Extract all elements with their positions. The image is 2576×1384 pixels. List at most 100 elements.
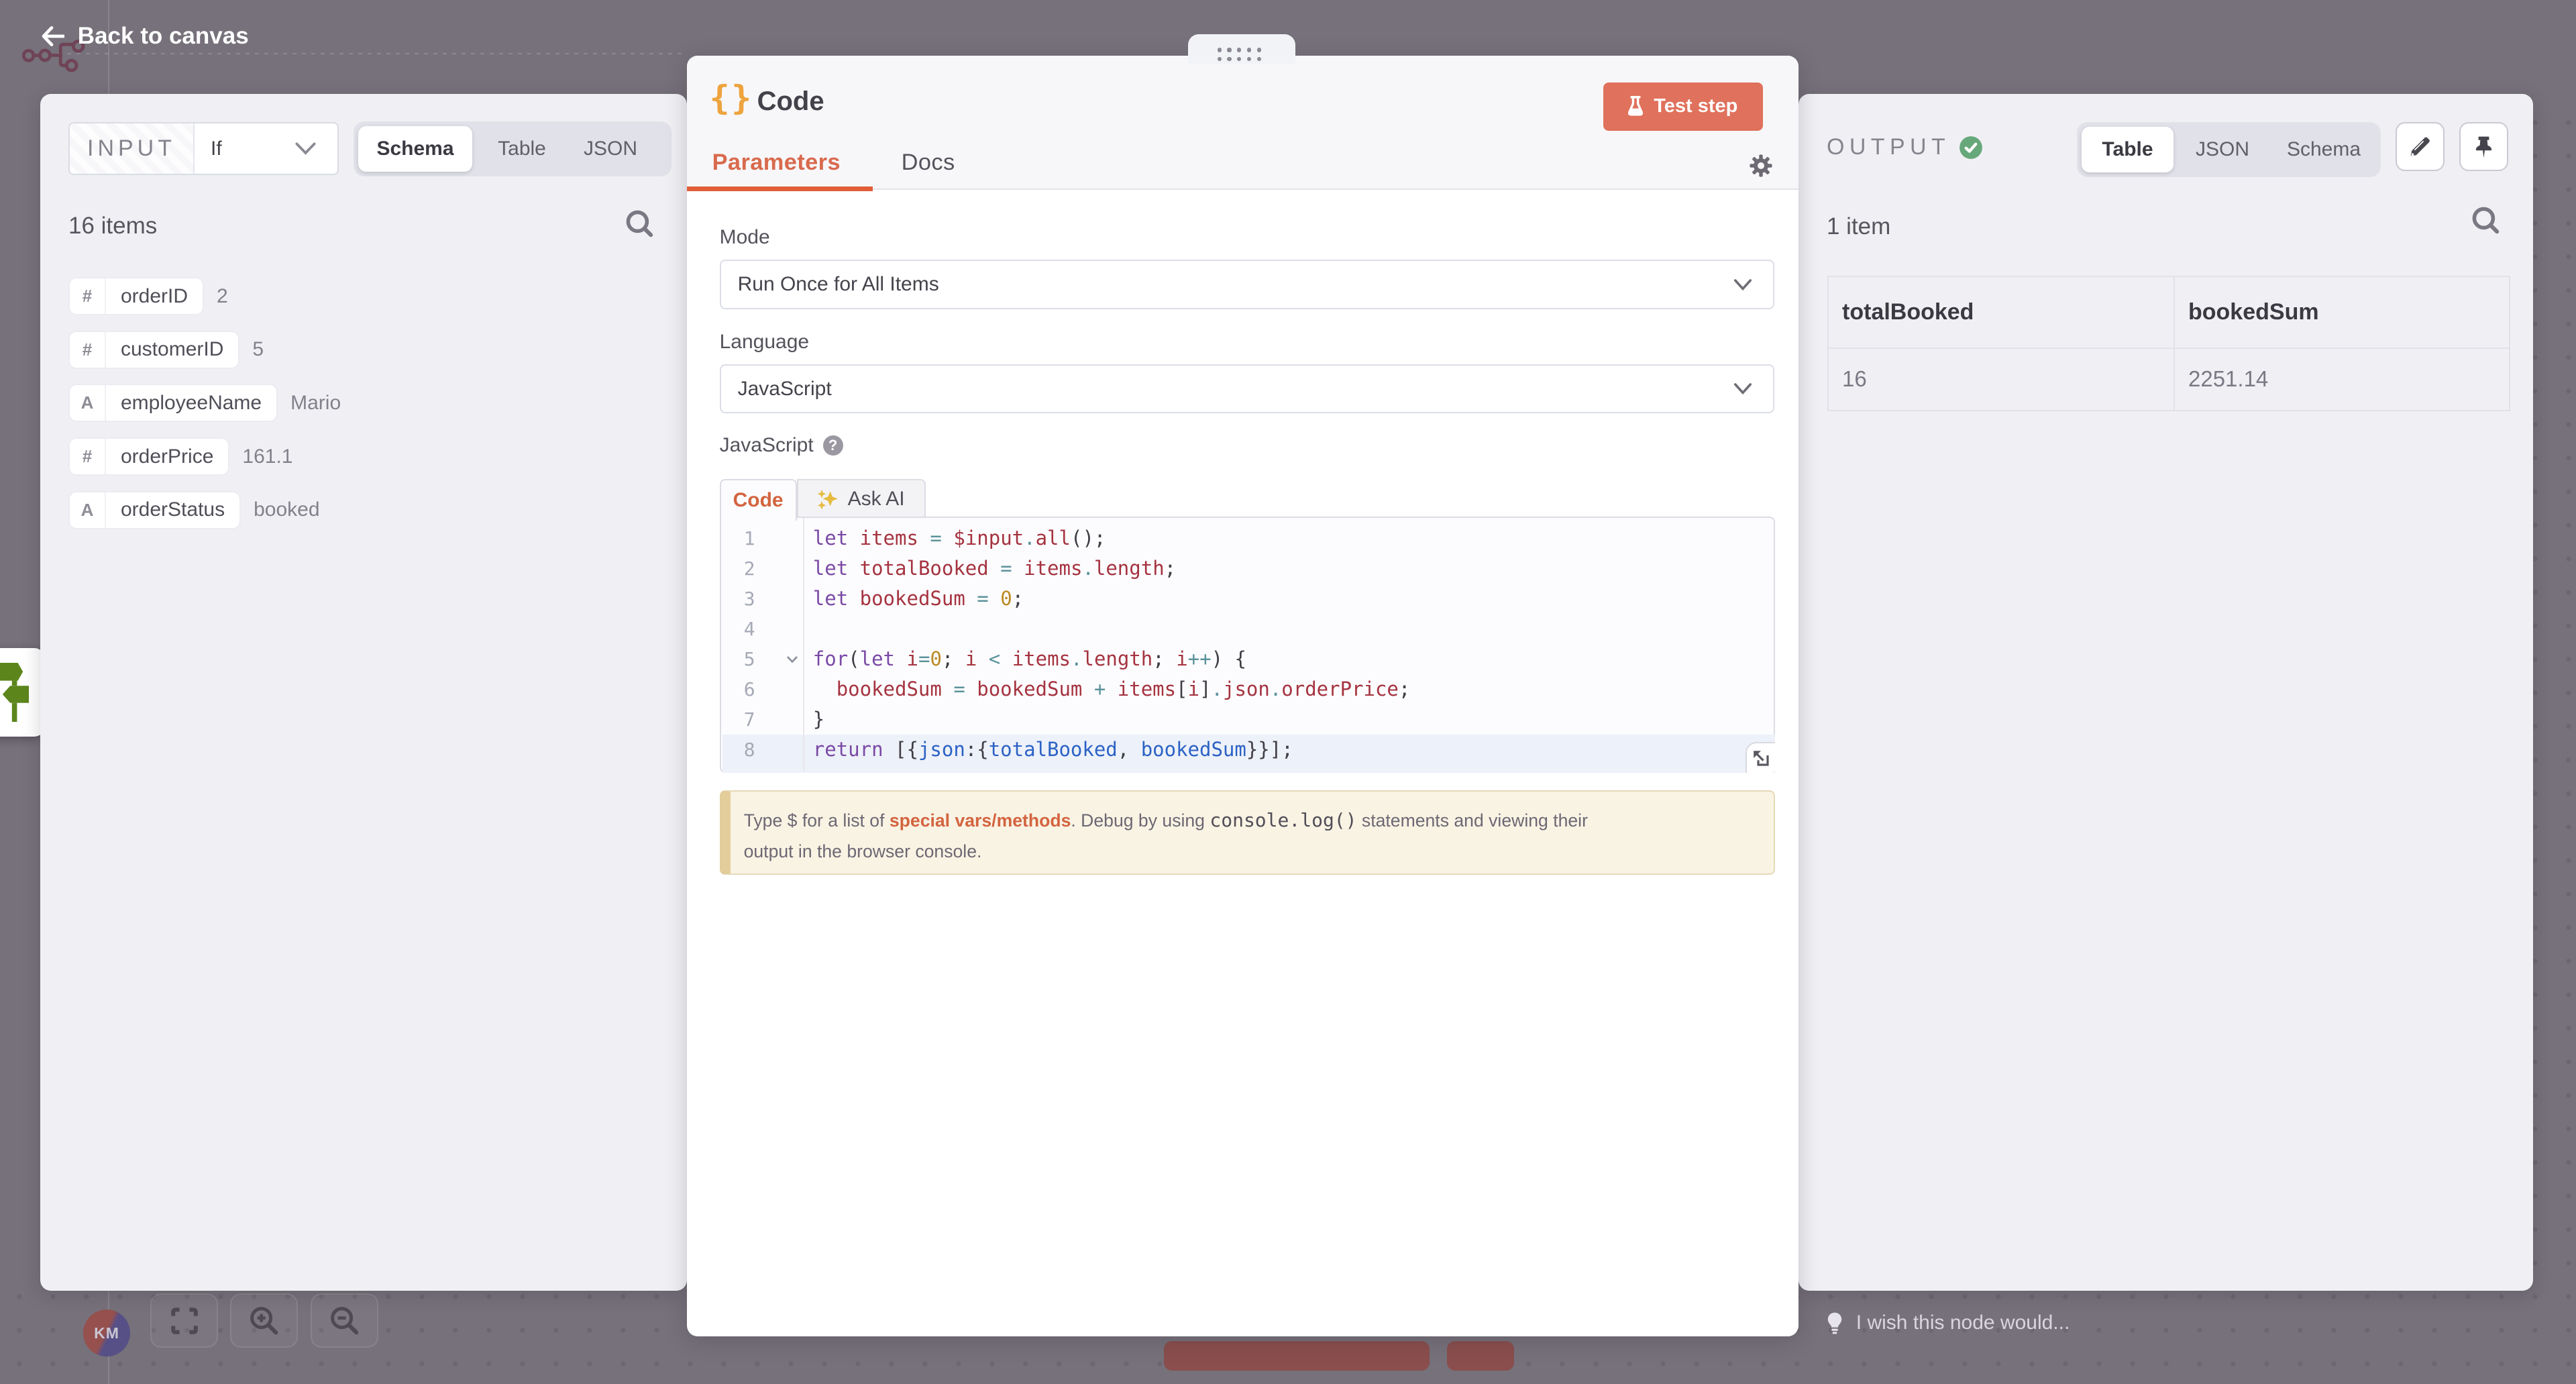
input-tab-table[interactable]: Table: [472, 126, 572, 172]
avatar[interactable]: KM: [83, 1310, 130, 1356]
output-tab-json[interactable]: JSON: [2174, 127, 2271, 172]
code-line-text: for(let i=0; i < items.length; i++) {: [813, 644, 1246, 674]
chevron-down-icon: [295, 142, 316, 155]
gear-icon: [1750, 154, 1772, 177]
line-number: 2: [721, 553, 755, 584]
editor-hint-callout: Type $ for a list of special vars/method…: [720, 790, 1775, 875]
input-node-select-value: If: [195, 123, 295, 174]
schema-item-customerID[interactable]: #customerID5: [68, 331, 264, 369]
canvas-test-workflow-button-dimmed: [1164, 1341, 1430, 1371]
editor-tab-ask-ai[interactable]: Ask AI: [797, 479, 926, 519]
code-line-2: 2 let totalBooked = items.length;: [721, 553, 1774, 584]
schema-field-name: orderID: [106, 278, 203, 314]
search-icon: [626, 210, 654, 238]
schema-item-employeeName[interactable]: AemployeeNameMario: [68, 384, 341, 422]
output-search-button[interactable]: [2470, 205, 2502, 237]
schema-item-orderPrice[interactable]: #orderPrice161.1: [68, 437, 292, 476]
zoom-out-button[interactable]: [311, 1293, 378, 1348]
schema-item-orderID[interactable]: #orderID 2: [68, 277, 228, 315]
input-tab-json[interactable]: JSON: [572, 126, 649, 172]
code-line-text: let totalBooked = items.length;: [813, 553, 1176, 584]
input-view-mode-tabs: Schema Table JSON: [354, 121, 672, 176]
test-step-label: Test step: [1654, 95, 1737, 117]
if-node-icon: [0, 663, 30, 722]
sparkles-icon: [818, 489, 840, 510]
number-type-icon: #: [70, 332, 106, 368]
input-node-select[interactable]: INPUT If: [68, 122, 339, 175]
success-check-icon: [1960, 136, 1982, 159]
node-title[interactable]: Code: [757, 87, 824, 117]
fold-chevron-icon[interactable]: [783, 644, 802, 674]
schema-field-pill[interactable]: #orderID: [68, 277, 204, 315]
node-feedback-label: I wish this node would...: [1856, 1312, 2070, 1334]
node-settings-button[interactable]: [1750, 154, 1772, 177]
back-to-canvas-button[interactable]: Back to canvas: [42, 23, 249, 50]
code-line-7: 7}: [721, 704, 1774, 735]
canvas-dot-grid-right: [2533, 94, 2576, 1289]
zoom-in-button[interactable]: [230, 1293, 298, 1348]
pin-output-button[interactable]: [2459, 122, 2508, 171]
schema-field-pill[interactable]: AorderStatus: [68, 491, 241, 529]
tab-docs[interactable]: Docs: [902, 150, 955, 190]
help-icon[interactable]: ?: [823, 435, 843, 456]
test-step-button[interactable]: Test step: [1603, 83, 1763, 131]
input-node-stub-if[interactable]: [0, 648, 45, 737]
zoom-to-fit-button[interactable]: [150, 1293, 218, 1348]
code-line-6: 6 bookedSum = bookedSum + items[i].json.…: [721, 674, 1774, 704]
line-number: 3: [721, 584, 755, 614]
schema-field-name: employeeName: [106, 385, 276, 421]
output-view-mode-tabs: Table JSON Schema: [2077, 122, 2381, 177]
input-panel-label: INPUT: [70, 123, 195, 174]
back-to-canvas-label: Back to canvas: [78, 23, 249, 50]
schema-field-pill[interactable]: AemployeeName: [68, 384, 278, 422]
output-column-header: bookedSum: [2174, 276, 2510, 348]
language-label: Language: [720, 331, 809, 354]
schema-field-name: orderStatus: [106, 492, 239, 528]
input-search-button[interactable]: [624, 208, 656, 240]
chevron-down-icon: [1734, 383, 1752, 394]
code-line-text: return [{json:{totalBooked, bookedSum}}]…: [813, 735, 1293, 765]
node-feedback-row[interactable]: I wish this node would...: [1827, 1301, 2070, 1344]
code-editor[interactable]: 1let items = $input.all();2let totalBook…: [720, 517, 1775, 773]
search-icon: [2472, 207, 2500, 235]
output-tab-schema[interactable]: Schema: [2271, 127, 2376, 172]
code-line-text: let bookedSum = 0;: [813, 584, 1024, 614]
zoom-out-icon: [330, 1306, 360, 1336]
language-select-value: JavaScript: [721, 378, 832, 401]
output-tab-table[interactable]: Table: [2082, 127, 2174, 172]
output-panel: OUTPUT Table JSON Schema 1 item: [1799, 94, 2533, 1291]
schema-field-value: 2: [217, 285, 228, 308]
modal-header: {} Code Test step Parameters Docs: [687, 56, 1799, 190]
language-select[interactable]: JavaScript: [720, 364, 1774, 414]
mode-select[interactable]: Run Once for All Items: [720, 260, 1774, 309]
zoom-in-icon: [250, 1306, 279, 1336]
schema-field-pill[interactable]: #orderPrice: [68, 437, 229, 476]
editor-tab-code[interactable]: Code: [720, 479, 797, 521]
code-line-8: 8 return [{json:{totalBooked, bookedSum}}…: [721, 735, 1774, 765]
code-line-text: bookedSum = bookedSum + items[i].json.or…: [813, 674, 1411, 704]
arrow-left-icon: [42, 26, 64, 46]
input-items-count: 16 items: [68, 213, 157, 239]
chevron-down-icon: [1734, 279, 1752, 290]
schema-item-orderStatus[interactable]: AorderStatusbooked: [68, 491, 320, 529]
modal-drag-handle[interactable]: [1188, 34, 1295, 64]
input-tab-schema[interactable]: Schema: [358, 126, 472, 172]
schema-field-pill[interactable]: #customerID: [68, 331, 239, 369]
line-number: 4: [721, 614, 755, 644]
editor-expand-button[interactable]: [1746, 742, 1775, 773]
output-items-count: 1 item: [1827, 213, 1890, 240]
canvas-connection-dashed-line: [58, 53, 683, 54]
line-number: 6: [721, 674, 755, 704]
pin-icon: [2473, 136, 2494, 158]
output-cell-totalbooked: 16: [1828, 348, 2174, 411]
schema-field-name: customerID: [106, 332, 238, 368]
special-vars-link[interactable]: special vars/methods: [890, 810, 1071, 831]
edit-output-button[interactable]: [2396, 122, 2445, 171]
mode-select-value: Run Once for All Items: [721, 273, 939, 296]
flask-icon: [1628, 96, 1643, 117]
n8n-node-detail-view: KM I wish this node would...: [0, 0, 2576, 1384]
canvas-secondary-button-dimmed: [1447, 1341, 1514, 1371]
line-number: 7: [721, 704, 755, 735]
line-number: 8: [721, 735, 755, 765]
tab-parameters[interactable]: Parameters: [712, 150, 841, 190]
